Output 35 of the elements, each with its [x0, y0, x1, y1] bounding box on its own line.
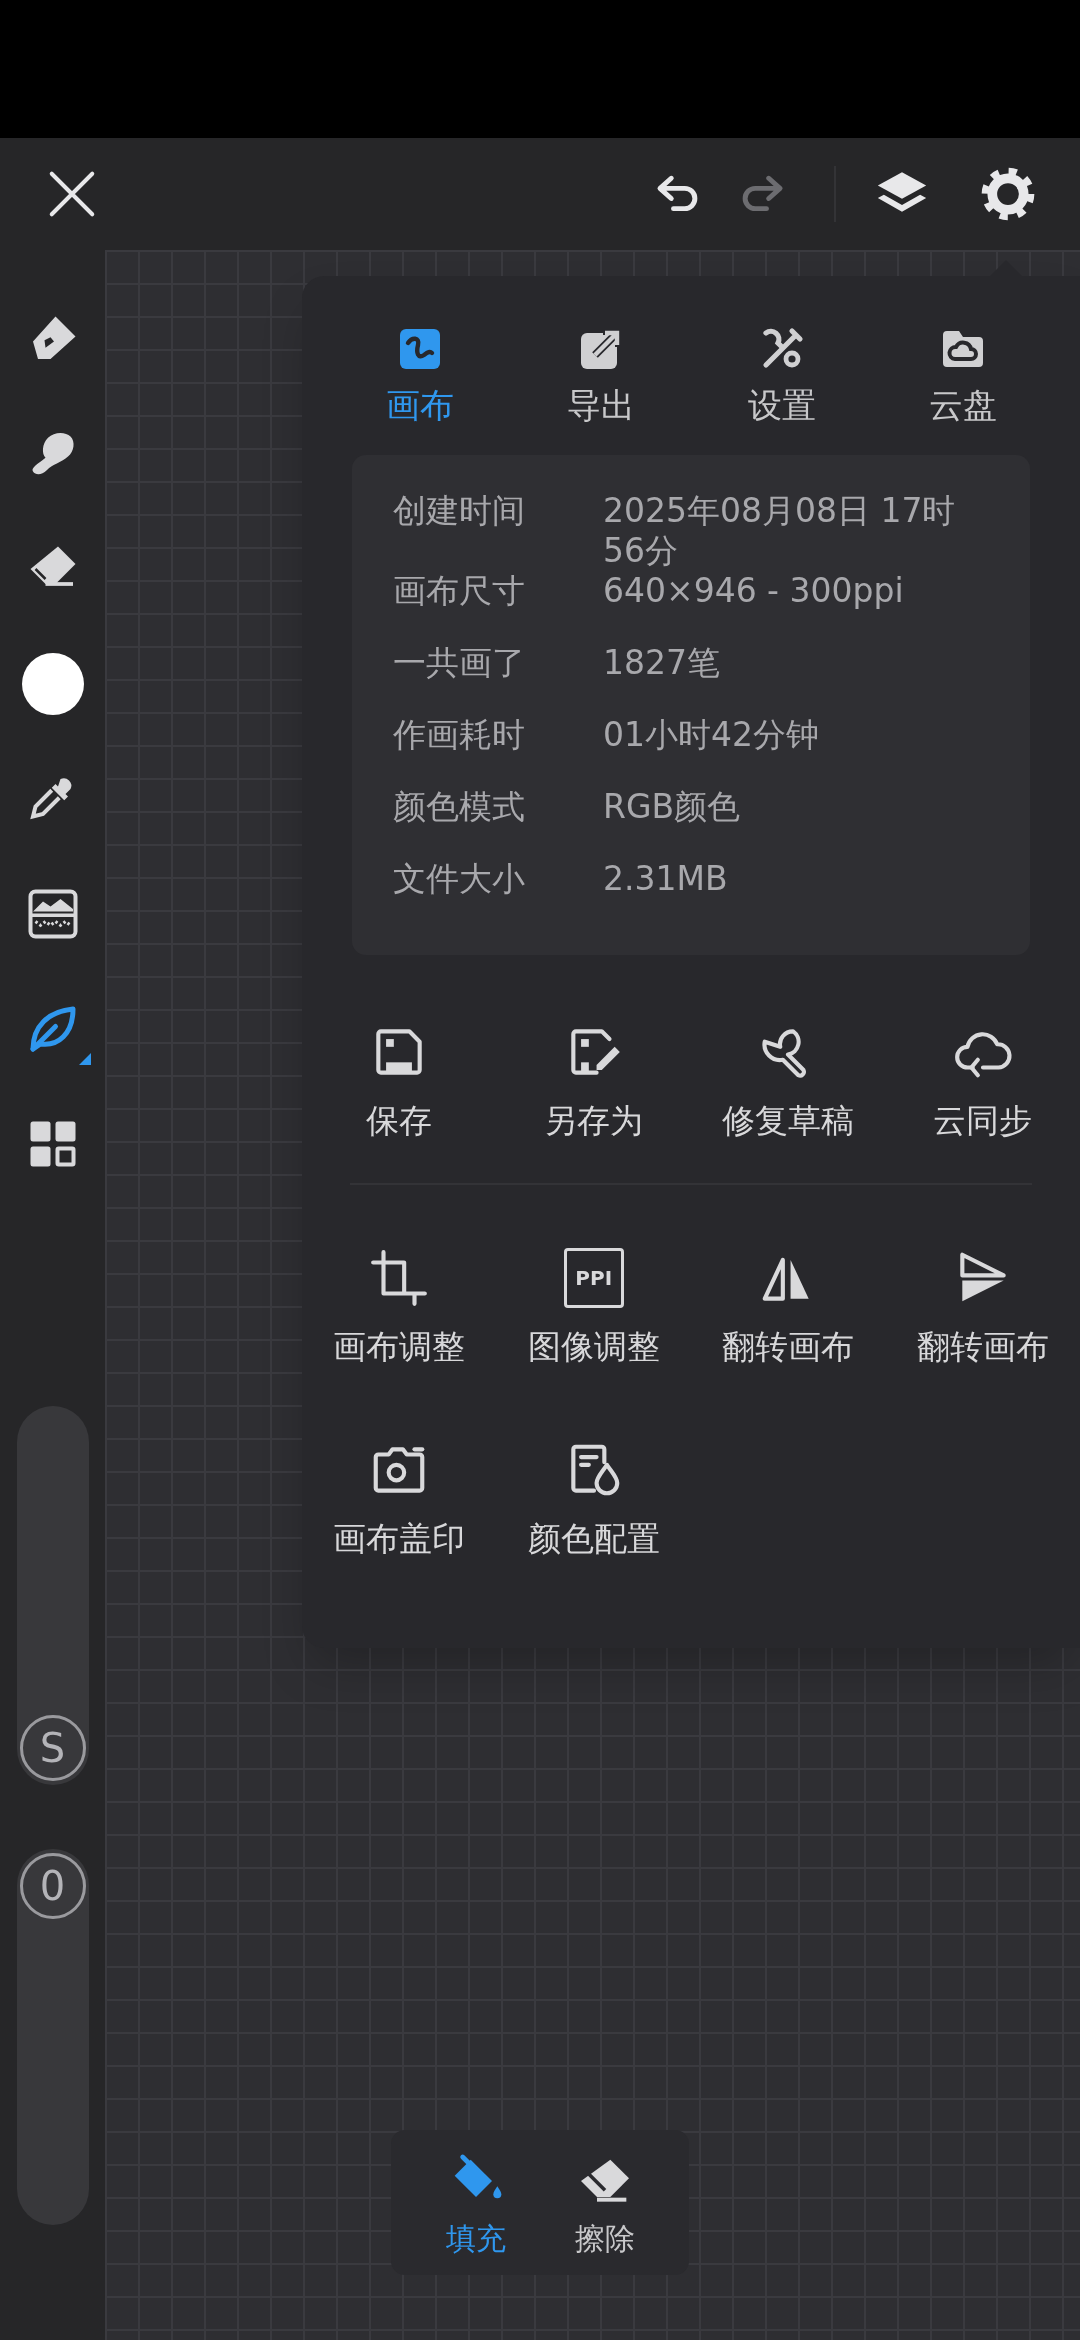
- info-value: 2.31MB: [603, 859, 729, 900]
- menu-action[interactable]: 画布调整: [302, 1247, 497, 1367]
- info-value: RGB颜色: [603, 787, 742, 828]
- menu-action[interactable]: 保存: [302, 1021, 497, 1141]
- menu-action[interactable]: 翻转画布: [691, 1247, 886, 1367]
- submenu-indicator-icon: [78, 1053, 91, 1065]
- fill-mode-button[interactable]: 擦除: [572, 2148, 637, 2257]
- info-label: 作画耗时: [393, 715, 526, 756]
- panel-tab[interactable]: 云盘: [872, 325, 1053, 425]
- menu-action[interactable]: 云同步: [885, 1021, 1080, 1141]
- panel-tab[interactable]: 画布: [329, 325, 510, 425]
- panel-tab[interactable]: 导出: [510, 325, 691, 425]
- info-label: 颜色模式: [393, 787, 526, 828]
- vertical-slider[interactable]: 0: [16, 1849, 89, 2225]
- info-label: 一共画了: [393, 643, 526, 684]
- panel-tab[interactable]: 设置: [691, 325, 872, 425]
- menu-action[interactable]: 翻转画布: [885, 1247, 1080, 1367]
- slider-thumb[interactable]: S: [19, 1715, 86, 1781]
- info-label: 文件大小: [393, 859, 526, 900]
- ppi-badge: PPI: [563, 1248, 624, 1308]
- menu-action[interactable]: 修复草稿: [691, 1021, 886, 1141]
- menu-action[interactable]: 另存为: [496, 1021, 691, 1141]
- settings-icon: [979, 165, 1037, 223]
- info-value: 1827笔: [603, 643, 721, 684]
- vertical-slider[interactable]: S: [16, 1406, 89, 1785]
- info-label: 画布尺寸: [393, 571, 526, 612]
- slider-thumb[interactable]: 0: [19, 1853, 86, 1919]
- info-value: 2025年08月08日 17时56分: [603, 491, 957, 571]
- info-value: 640×946 - 300ppi: [603, 571, 905, 612]
- info-label: 创建时间: [393, 491, 526, 532]
- menu-action[interactable]: 画布盖印: [302, 1439, 497, 1559]
- fill-mode-button[interactable]: 填充: [443, 2148, 508, 2257]
- menu-action[interactable]: PPI 图像调整: [496, 1247, 691, 1367]
- menu-action[interactable]: 颜色配置: [496, 1439, 691, 1559]
- info-value: 01小时42分钟: [603, 715, 820, 756]
